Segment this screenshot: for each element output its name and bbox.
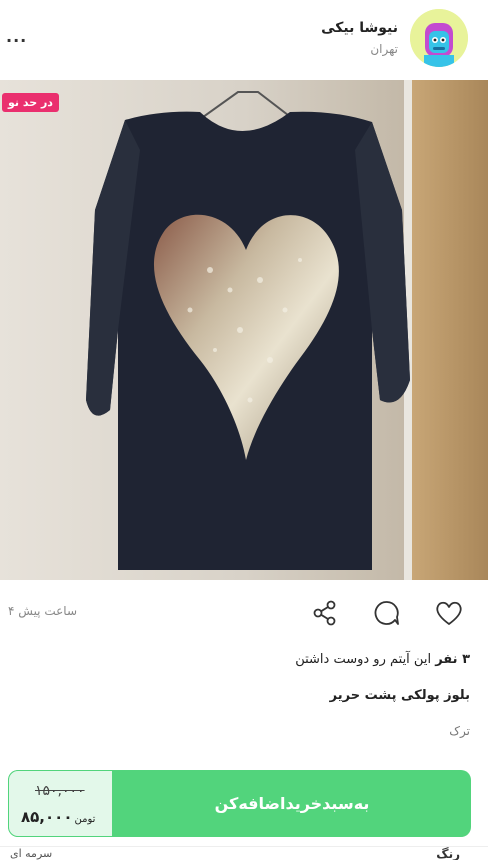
color-value: سرمه ای (10, 847, 53, 860)
new-price: ۸۵,۰۰۰ تومن (21, 808, 95, 826)
avatar-face-icon (410, 9, 468, 67)
heart-icon[interactable] (434, 598, 464, 628)
seller-name[interactable]: نیوشا بیکی (321, 20, 398, 36)
comment-icon[interactable] (372, 598, 402, 628)
more-dots-icon[interactable]: ... (6, 29, 28, 45)
price-box: ۱۵۰,۰۰۰ ۸۵,۰۰۰ تومن (8, 770, 113, 837)
action-bar: ۴ ساعت پیش (0, 592, 488, 636)
likes-text: این آیتم رو دوست داشتن (295, 652, 436, 667)
color-label: رنگ (436, 847, 460, 860)
likes-count[interactable]: ۳ نفر این آیتم رو دوست داشتن (295, 652, 470, 667)
old-price: ۱۵۰,۰۰۰ (35, 783, 85, 799)
product-brand: ترک (449, 724, 470, 738)
condition-badge: در حد نو (2, 93, 59, 112)
seller-info: نیوشا بیکی تهران (321, 20, 398, 56)
posted-time: ۴ ساعت پیش (8, 604, 77, 618)
seller-profile[interactable]: نیوشا بیکی تهران (321, 9, 468, 67)
avatar[interactable] (410, 9, 468, 67)
add-to-cart-bar: ۱۵۰,۰۰۰ ۸۵,۰۰۰ تومن به‌سبد‌خرید‌اضافه‌کن (8, 770, 471, 837)
seller-header: ... نیوشا بیکی تهران (0, 0, 488, 80)
seller-city: تهران (370, 42, 398, 56)
add-to-cart-button[interactable]: به‌سبد‌خرید‌اضافه‌کن (113, 770, 471, 837)
new-price-value: ۸۵,۰۰۰ (21, 808, 73, 826)
share-icon[interactable] (310, 598, 340, 628)
product-image[interactable]: در حد نو (0, 80, 488, 580)
product-photo-illustration (0, 80, 488, 580)
attributes-row: سرمه ای رنگ (0, 846, 488, 860)
currency-unit: تومن (74, 814, 96, 825)
likes-number: ۳ نفر (435, 652, 470, 667)
product-title: بلوز پولکی پشت حریر (329, 688, 470, 703)
